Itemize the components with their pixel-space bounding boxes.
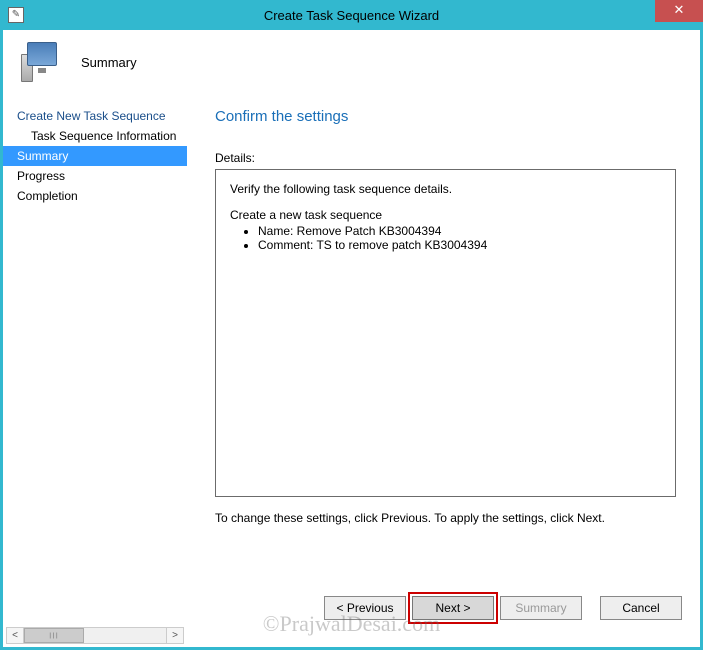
nav-item-task-info[interactable]: Task Sequence Information: [3, 126, 187, 146]
close-button[interactable]: ✕: [655, 0, 703, 22]
sidebar-horizontal-scrollbar[interactable]: < III >: [6, 627, 184, 644]
wizard-footer: < Previous Next > Summary Cancel: [3, 591, 700, 625]
nav-item-completion[interactable]: Completion: [3, 186, 187, 206]
cancel-button[interactable]: Cancel: [600, 596, 682, 620]
app-icon: ✎: [8, 7, 24, 23]
wizard-step-title: Summary: [81, 55, 137, 70]
wizard-body: Create New Task Sequence Task Sequence I…: [3, 94, 700, 588]
details-group-title: Create a new task sequence: [230, 208, 661, 222]
nav-item-summary[interactable]: Summary: [3, 146, 187, 166]
details-box: Verify the following task sequence detai…: [215, 169, 676, 497]
wizard-header: Summary: [3, 30, 700, 94]
scroll-right-icon[interactable]: >: [166, 628, 183, 643]
details-line: Comment: TS to remove patch KB3004394: [258, 238, 661, 252]
window-body: Summary Create New Task Sequence Task Se…: [0, 30, 703, 650]
summary-button: Summary: [500, 596, 582, 620]
hint-text: To change these settings, click Previous…: [215, 511, 676, 525]
next-button[interactable]: Next >: [412, 596, 494, 620]
computer-icon: [21, 40, 65, 84]
wizard-content: Confirm the settings Details: Verify the…: [187, 94, 700, 588]
scroll-track[interactable]: III: [24, 628, 166, 643]
scroll-left-icon[interactable]: <: [7, 628, 24, 643]
details-list: Name: Remove Patch KB3004394 Comment: TS…: [230, 224, 661, 252]
scroll-thumb[interactable]: III: [24, 628, 84, 643]
details-line: Name: Remove Patch KB3004394: [258, 224, 661, 238]
nav-item-create-new[interactable]: Create New Task Sequence: [3, 106, 187, 126]
details-intro: Verify the following task sequence detai…: [230, 182, 661, 196]
wizard-nav: Create New Task Sequence Task Sequence I…: [3, 94, 187, 588]
nav-item-progress[interactable]: Progress: [3, 166, 187, 186]
details-label: Details:: [215, 151, 676, 165]
title-bar: ✎ Create Task Sequence Wizard ✕: [0, 0, 703, 30]
window-title: Create Task Sequence Wizard: [0, 8, 703, 23]
content-heading: Confirm the settings: [215, 108, 676, 125]
previous-button[interactable]: < Previous: [324, 596, 406, 620]
